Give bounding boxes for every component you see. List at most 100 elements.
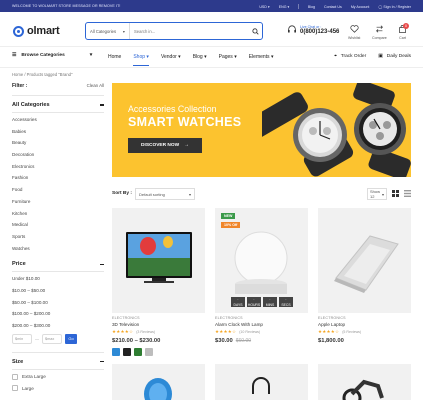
nav-elements[interactable]: Elements ▾ — [249, 54, 274, 60]
category-item[interactable]: Furniture — [12, 196, 104, 208]
rating-stars: ★★★★☆ — [215, 329, 237, 334]
search-bar: All Categories ▾ — [85, 22, 263, 40]
price-range-item[interactable]: Under $10.00 — [12, 273, 104, 285]
currency-select[interactable]: USD ▾ — [259, 5, 269, 9]
breadcrumb[interactable]: Home / Products tagged "Brand" — [12, 72, 72, 77]
daily-deals-link[interactable]: ▣ Daily Deals — [378, 54, 411, 59]
product-image[interactable]: NEW 10% Off · DAYS · HOURS · MINS · SECS — [215, 208, 308, 313]
category-item[interactable]: Babies — [12, 126, 104, 138]
browse-categories-button[interactable]: ☰ Browse Categories ▾ — [12, 53, 92, 58]
search-button[interactable] — [248, 23, 262, 39]
divider — [12, 368, 104, 370]
location-pin-icon: ⌖ — [334, 54, 337, 59]
nav-home[interactable]: Home — [108, 54, 121, 60]
category-item[interactable]: Decoration — [12, 149, 104, 161]
compare-button[interactable]: Compare — [372, 25, 387, 40]
discover-now-button[interactable]: DISCOVER NOW → — [128, 138, 202, 153]
product-title[interactable]: 3D Television — [112, 322, 205, 327]
grid-view-icon[interactable] — [392, 190, 399, 197]
category-item[interactable]: Electronics — [12, 161, 104, 173]
product-image[interactable] — [318, 208, 411, 313]
price-section-title[interactable]: Price — [12, 261, 104, 267]
max-price-input[interactable]: $max — [42, 333, 62, 344]
cart-count-badge: 0 — [403, 23, 409, 29]
countdown-secs: · SECS — [279, 297, 293, 307]
color-swatch-black[interactable] — [123, 348, 131, 356]
nav-shop[interactable]: Shop ▾ — [133, 54, 149, 66]
list-view-icon[interactable] — [404, 190, 411, 197]
min-price-input[interactable]: $min — [12, 333, 32, 344]
track-order-link[interactable]: ⌖ Track Order — [334, 53, 366, 60]
product-price: $30.00 $60.00 — [215, 338, 252, 344]
checkbox[interactable] — [12, 373, 18, 380]
link-account[interactable]: My Account — [351, 5, 370, 9]
category-item[interactable]: Accessories — [12, 114, 104, 126]
category-item[interactable]: Fashion — [12, 172, 104, 184]
price-range-item[interactable]: $100.00 – $200.00 — [12, 308, 104, 320]
signin-link[interactable]: ◯ Sign In / Register — [378, 5, 411, 9]
divider — [12, 271, 104, 273]
review-count[interactable]: (3 Reviews) — [136, 330, 155, 334]
color-swatch-blue[interactable] — [112, 348, 120, 356]
category-item[interactable]: Watches — [12, 243, 104, 255]
logo[interactable]: olmart — [13, 25, 60, 37]
category-item[interactable]: Medical — [12, 219, 104, 231]
range-separator: — — [35, 336, 39, 342]
category-item[interactable]: Sports — [12, 231, 104, 243]
price-go-button[interactable]: Go — [65, 333, 77, 344]
top-bar: WELCOME TO WOLMART STORE MESSAGE OR REMO… — [0, 0, 423, 12]
show-count-select[interactable]: Show 12 ▾ — [367, 188, 387, 200]
nav-blog[interactable]: Blog ▾ — [193, 54, 207, 60]
new-badge: NEW — [221, 213, 236, 219]
size-option[interactable]: Extra Large — [12, 371, 104, 383]
product-card[interactable]: ELECTRONICS 3D Television ★★★★☆ (3 Revie… — [112, 208, 205, 356]
checkbox[interactable] — [12, 385, 18, 392]
product-card[interactable] — [318, 364, 411, 400]
promo-banner[interactable]: Accessories Collection SMART WATCHES DIS… — [112, 83, 411, 177]
product-image[interactable] — [215, 364, 308, 400]
product-title[interactable]: Alarm Clock With Lamp — [215, 322, 308, 327]
product-image[interactable] — [112, 364, 205, 400]
cart-button[interactable]: 0 Cart — [398, 23, 409, 40]
size-section-title[interactable]: Size — [12, 359, 104, 365]
review-count[interactable]: (10 Reviews) — [239, 330, 260, 334]
language-select[interactable]: ENG ▾ — [279, 5, 290, 9]
link-contact[interactable]: Contact Us — [324, 5, 342, 9]
filter-label: Filter : — [12, 83, 28, 89]
speaker-image — [144, 378, 172, 400]
live-chat[interactable]: Live Chat or : 0(800)123-456 — [287, 25, 339, 35]
categories-section-title[interactable]: All Categories — [12, 102, 104, 108]
bag-image — [252, 377, 270, 394]
search-category-select[interactable]: All Categories ▾ — [86, 23, 130, 39]
price-range-item[interactable]: $50.00 – $100.00 — [12, 297, 104, 309]
category-item[interactable]: Kitchen — [12, 208, 104, 220]
color-swatch-green[interactable] — [134, 348, 142, 356]
category-item[interactable]: Beauty — [12, 137, 104, 149]
review-count[interactable]: (5 Reviews) — [342, 330, 361, 334]
price-range-item[interactable]: $200.00 – $300.00 — [12, 320, 104, 332]
wishlist-button[interactable]: Wishlist — [348, 25, 360, 40]
headset-icon — [288, 25, 296, 33]
nav-vendor[interactable]: Vendor ▾ — [161, 54, 181, 60]
product-card[interactable] — [112, 364, 205, 400]
product-image[interactable] — [318, 364, 411, 400]
chevron-down-icon: ▾ — [89, 53, 93, 58]
product-image[interactable] — [112, 208, 205, 313]
link-blog[interactable]: Blog — [308, 5, 315, 9]
product-card[interactable] — [215, 364, 308, 400]
color-swatch-gray[interactable] — [145, 348, 153, 356]
clear-all-link[interactable]: Clean All — [87, 83, 104, 89]
product-title[interactable]: Apple Laptop — [318, 322, 411, 327]
sort-select[interactable]: Default sorting ▾ — [135, 188, 195, 200]
nav-pages[interactable]: Pages ▾ — [219, 54, 237, 60]
banner-subtitle: Accessories Collection — [128, 104, 217, 114]
category-item[interactable]: Food — [12, 184, 104, 196]
chevron-down-icon: ▾ — [122, 28, 125, 34]
products-toolbar: Sort By : Default sorting ▾ Show 12 ▾ — [112, 188, 411, 200]
price-range-item[interactable]: $10.00 – $50.00 — [12, 285, 104, 297]
product-card[interactable]: ELECTRONICS Apple Laptop ★★★★☆ (5 Review… — [318, 208, 411, 344]
search-input[interactable] — [130, 23, 248, 39]
product-card[interactable]: NEW 10% Off · DAYS · HOURS · MINS · SECS ELE… — [215, 208, 308, 344]
size-option[interactable]: Large — [12, 382, 104, 394]
chevron-down-icon: ▾ — [188, 191, 191, 197]
